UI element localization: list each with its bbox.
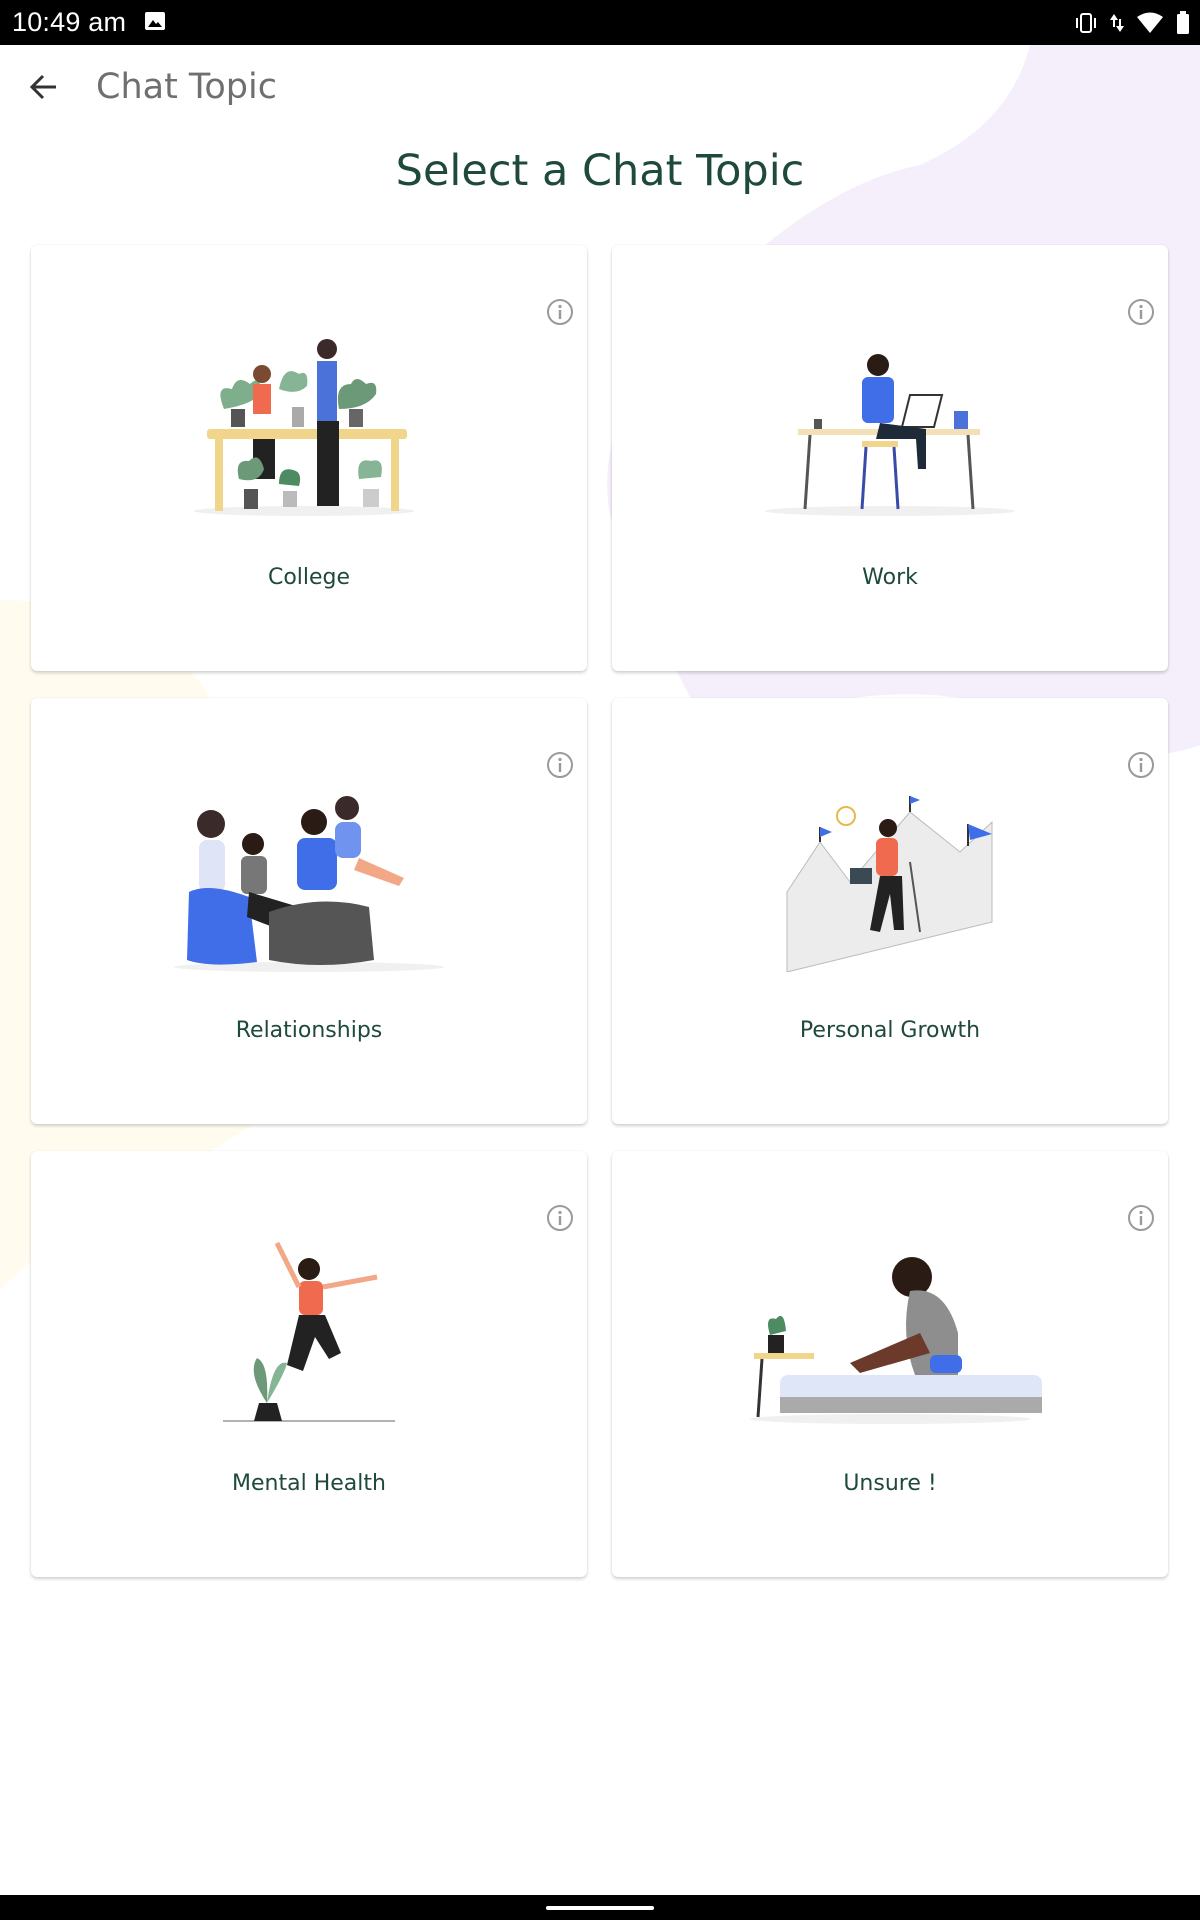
status-bar: 10:49 am [0,0,1200,45]
topic-card-unsure[interactable]: Unsure ! [612,1151,1168,1577]
arrow-left-icon[interactable] [26,69,62,105]
topic-card-relationships[interactable]: Relationships [31,698,587,1124]
info-icon[interactable] [1126,750,1156,780]
info-icon[interactable] [545,297,575,327]
topic-card-mental-health[interactable]: Mental Health [31,1151,587,1577]
mountain-climber-illustration [786,796,993,972]
info-icon[interactable] [545,1203,575,1233]
info-icon[interactable] [1126,297,1156,327]
status-time: 10:49 am [12,7,127,37]
status-icons [1074,10,1190,36]
image-icon [145,12,165,30]
desk-worker-illustration [765,354,1015,516]
plants-people-illustration [194,339,414,516]
topic-label: Mental Health [232,1471,386,1496]
home-handle[interactable] [546,1906,654,1910]
data-arrows-icon [1110,14,1124,32]
vibrate-icon [1076,13,1096,33]
topic-label: Relationships [235,1018,383,1043]
family-illustration [174,796,444,972]
info-icon[interactable] [1126,1203,1156,1233]
topic-label: College [267,565,351,590]
navigation-bar [0,1895,1200,1920]
sitting-person-illustration [750,1257,1042,1424]
info-icon[interactable] [545,750,575,780]
page-title: Select a Chat Topic [395,146,805,196]
app-bar: Chat Topic [0,45,1200,131]
wifi-icon [1137,12,1163,33]
battery-icon [1177,11,1189,34]
topic-card-work[interactable]: Work [612,245,1168,671]
topic-label: Unsure ! [843,1471,937,1496]
jumping-woman-illustration [223,1241,395,1422]
topic-label: Personal Growth [799,1018,981,1043]
topic-label: Work [862,565,918,590]
topic-card-college[interactable]: College [31,245,587,671]
topic-card-personal-growth[interactable]: Personal Growth [612,698,1168,1124]
app-bar-title: Chat Topic [96,67,277,107]
